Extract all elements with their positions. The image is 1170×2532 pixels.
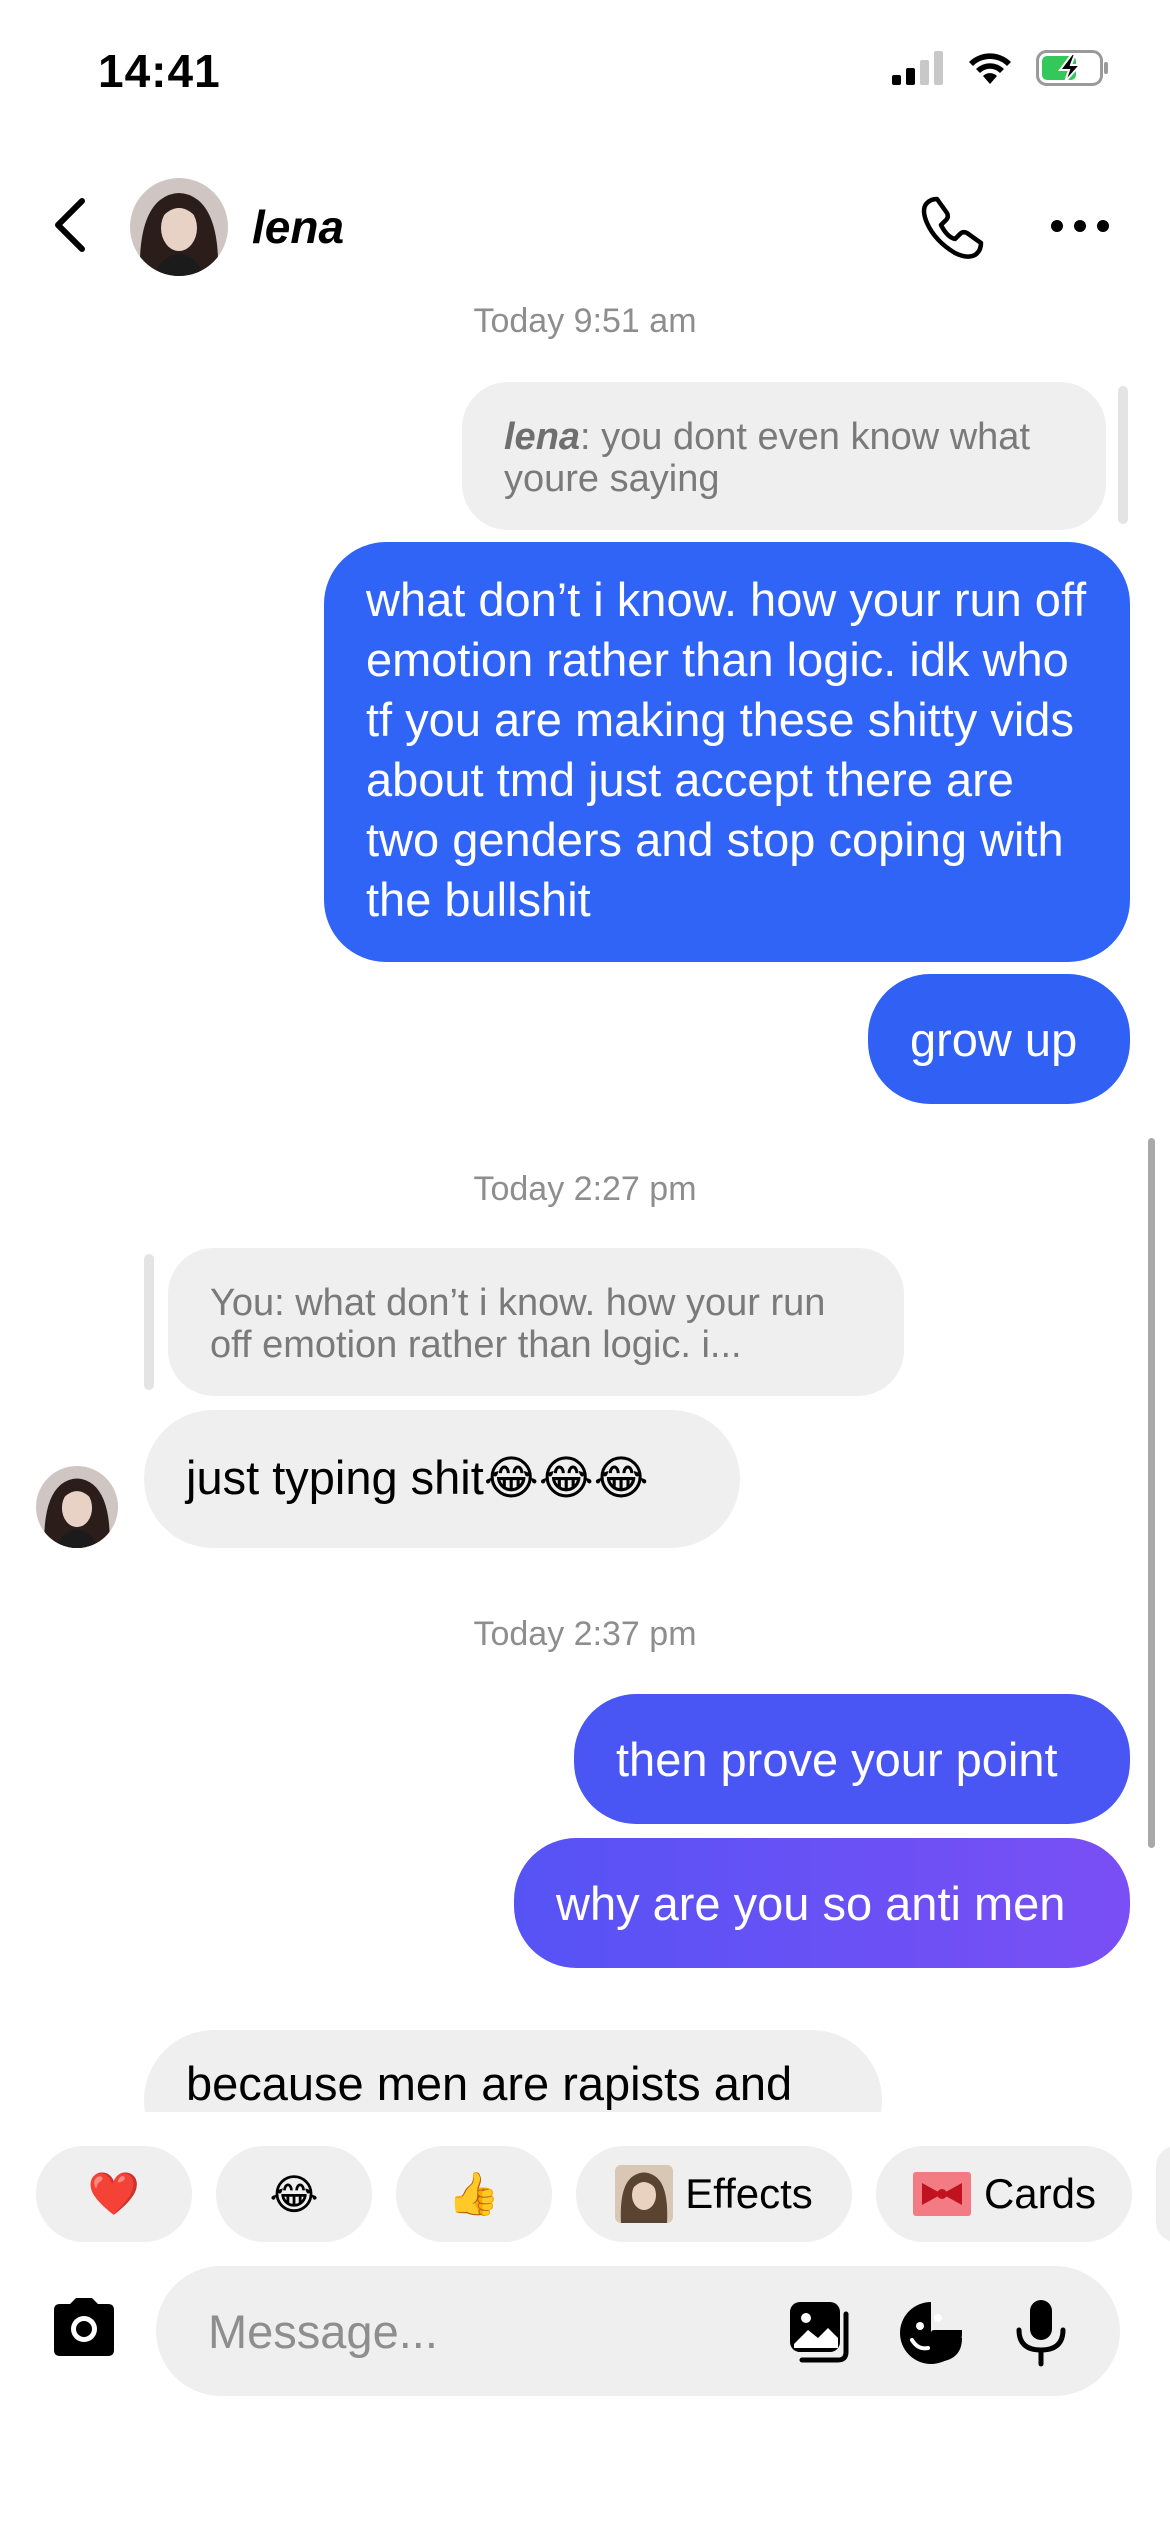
message-timestamp: Today 2:37 pm <box>473 1615 697 1653</box>
message-timestamp: Today 9:51 am <box>473 302 697 340</box>
reply-indicator-bar <box>1118 386 1128 524</box>
cellular-signal-icon <box>892 51 943 85</box>
message-composer <box>156 2266 1120 2396</box>
gallery-button[interactable] <box>786 2298 856 2368</box>
thumbs-up-reaction-button[interactable]: 👍 <box>396 2146 552 2242</box>
chat-header: lena <box>0 160 1170 290</box>
camera-button[interactable] <box>48 2296 120 2360</box>
replied-message-quote[interactable]: You: what don’t i know. how your run off… <box>168 1248 904 1396</box>
reply-indicator-bar <box>144 1254 154 1390</box>
avatar-image <box>130 178 228 276</box>
laughing-emoji-icon: 😂 <box>269 2170 319 2218</box>
microphone-icon <box>1016 2300 1066 2367</box>
more-reactions-partial[interactable] <box>1156 2146 1170 2242</box>
message-text: grow up <box>910 1013 1078 1066</box>
contact-avatar[interactable] <box>130 178 228 276</box>
outgoing-message-bubble[interactable]: then prove your point <box>574 1694 1130 1824</box>
status-time: 14:41 <box>98 45 221 97</box>
avatar-image <box>36 1466 118 1548</box>
outgoing-message-bubble[interactable]: why are you so anti men <box>514 1838 1130 1968</box>
status-bar: 14:41 <box>0 0 1170 150</box>
heart-icon: ❤️ <box>87 2169 141 2217</box>
message-text: what don’t i know. how your run off emot… <box>366 573 1087 926</box>
sender-avatar[interactable] <box>36 1466 118 1548</box>
incoming-message-bubble[interactable]: because men are rapists and <box>144 2030 882 2112</box>
heart-reaction-button[interactable]: ❤️ <box>36 2146 192 2242</box>
scrollbar[interactable] <box>1148 1138 1155 1848</box>
message-text: because men are rapists and <box>186 2057 793 2110</box>
effects-button[interactable]: Effects <box>576 2146 852 2242</box>
gift-card-icon <box>912 2172 971 2216</box>
cards-label: Cards <box>983 2170 1097 2217</box>
quote-text: : you dont even know what youre saying <box>504 416 1030 500</box>
sticker-button[interactable] <box>896 2298 966 2368</box>
quote-text: You: what don’t i know. how your run off… <box>210 1282 826 1366</box>
contact-name[interactable]: lena <box>252 200 344 254</box>
phone-icon <box>921 196 984 259</box>
camera-icon <box>54 2298 114 2356</box>
message-text: just typing shit😂😂😂 <box>186 1451 649 1504</box>
message-text: then prove your point <box>616 1733 1058 1786</box>
thumbs-up-icon: 👍 <box>447 2169 501 2217</box>
laugh-reaction-button[interactable]: 😂 <box>216 2146 372 2242</box>
outgoing-message-bubble[interactable]: grow up <box>868 974 1130 1104</box>
status-icons <box>892 50 1110 86</box>
quote-author: lena <box>504 416 581 458</box>
message-input[interactable] <box>208 2296 768 2366</box>
message-timestamp: Today 2:27 pm <box>473 1170 697 1208</box>
battery-charging-icon <box>1036 50 1108 86</box>
incoming-message-bubble[interactable]: just typing shit😂😂😂 <box>144 1410 740 1548</box>
more-options-button[interactable] <box>1040 196 1120 256</box>
quick-reactions-row: ❤️ 😂 👍 Effects Cards <box>36 2146 1170 2242</box>
back-button[interactable] <box>40 190 100 260</box>
voice-message-button[interactable] <box>1006 2298 1076 2368</box>
voice-call-button[interactable] <box>912 188 992 268</box>
wifi-icon <box>969 53 1011 84</box>
message-clip-area: because men are rapists and <box>0 2020 1170 2112</box>
replied-message-quote[interactable]: lena: you dont even know what youre sayi… <box>462 382 1106 530</box>
cards-button[interactable]: Cards <box>876 2146 1132 2242</box>
sticker-icon <box>900 2302 962 2364</box>
gallery-icon <box>790 2302 849 2363</box>
effects-thumbnail-icon <box>615 2165 674 2223</box>
message-text: why are you so anti men <box>556 1877 1066 1930</box>
chevron-left-icon <box>55 198 85 252</box>
outgoing-message-bubble[interactable]: what don’t i know. how your run off emot… <box>324 542 1130 962</box>
effects-label: Effects <box>685 2170 813 2217</box>
more-horizontal-icon <box>1051 220 1109 232</box>
